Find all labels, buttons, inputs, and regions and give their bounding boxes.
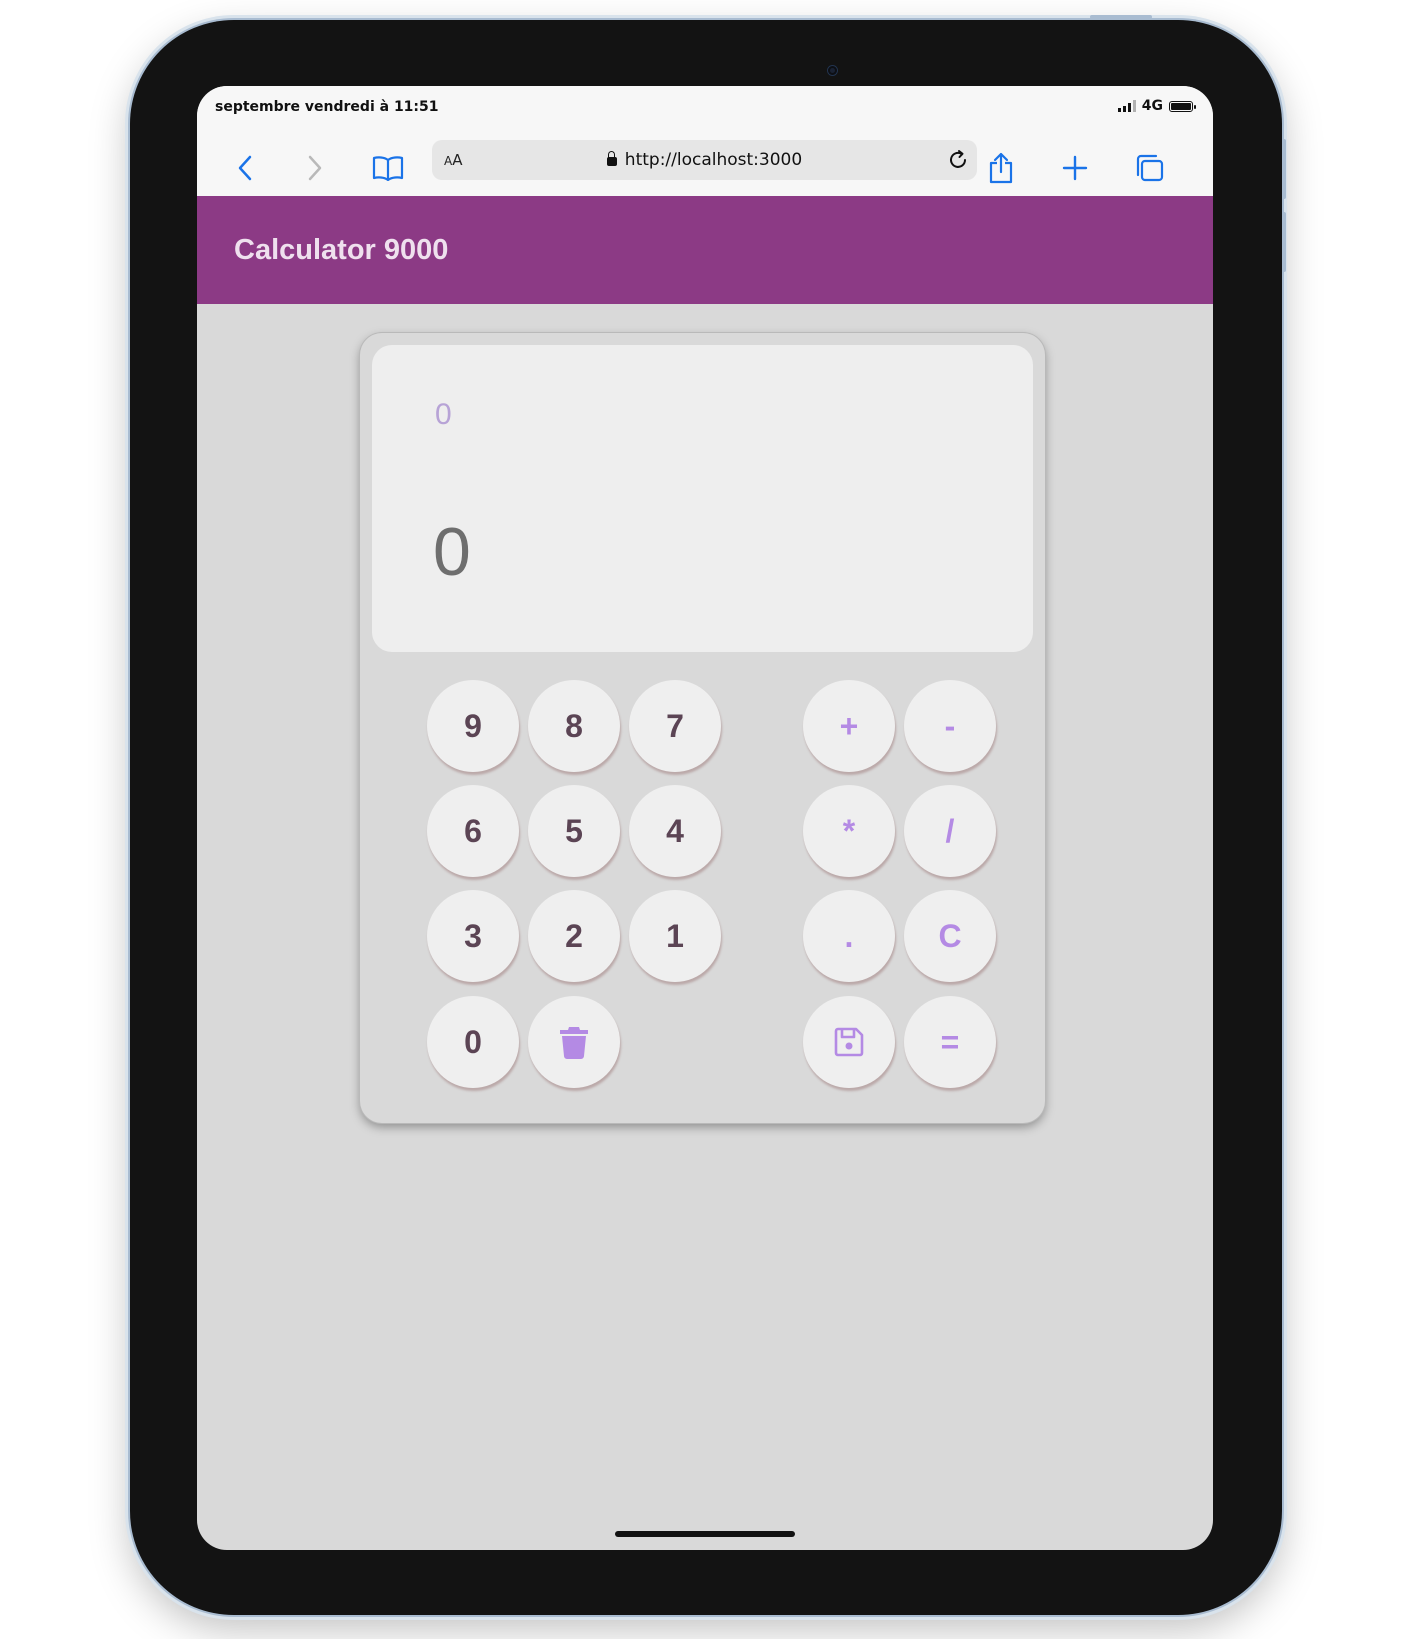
previous-value: 0 <box>435 398 452 431</box>
chevron-left-icon <box>238 155 252 181</box>
network-label: 4G <box>1141 98 1163 114</box>
address-bar[interactable]: AA http://localhost:3000 <box>432 140 977 180</box>
share-icon <box>989 152 1013 184</box>
book-icon <box>372 156 404 181</box>
share-button[interactable] <box>981 148 1021 188</box>
back-button[interactable] <box>225 148 265 188</box>
new-tab-button[interactable] <box>1055 148 1095 188</box>
delete-button[interactable] <box>528 996 620 1088</box>
key-9[interactable]: 9 <box>427 680 519 772</box>
plus-icon <box>1062 155 1088 181</box>
key-0[interactable]: 0 <box>427 996 519 1088</box>
status-right: 4G <box>1117 98 1196 114</box>
key-4[interactable]: 4 <box>629 785 721 877</box>
status-time: septembre vendredi à 11:51 <box>215 99 439 115</box>
key-equals[interactable]: = <box>904 996 996 1088</box>
key-6[interactable]: 6 <box>427 785 519 877</box>
current-value: 0 <box>433 514 471 590</box>
volume-down-button <box>1282 212 1286 272</box>
screen: septembre vendredi à 11:51 4G AA http://… <box>197 86 1213 1550</box>
key-decimal[interactable]: . <box>803 890 895 982</box>
key-plus[interactable]: + <box>803 680 895 772</box>
app-header: Calculator 9000 <box>197 196 1213 304</box>
signal-icon <box>1117 100 1136 112</box>
lock-icon <box>606 151 617 166</box>
volume-up-button <box>1282 139 1286 199</box>
key-divide[interactable]: / <box>904 785 996 877</box>
key-1[interactable]: 1 <box>629 890 721 982</box>
key-5[interactable]: 5 <box>528 785 620 877</box>
top-button <box>1090 15 1152 19</box>
key-3[interactable]: 3 <box>427 890 519 982</box>
key-7[interactable]: 7 <box>629 680 721 772</box>
home-indicator[interactable] <box>615 1531 795 1537</box>
save-button[interactable] <box>803 996 895 1088</box>
app-title: Calculator 9000 <box>234 234 449 266</box>
calculator-display: 0 0 <box>372 345 1033 652</box>
tabs-icon <box>1136 154 1164 182</box>
bookmarks-button[interactable] <box>368 148 408 188</box>
key-clear[interactable]: C <box>904 890 996 982</box>
key-8[interactable]: 8 <box>528 680 620 772</box>
chevron-right-icon <box>308 155 322 181</box>
key-2[interactable]: 2 <box>528 890 620 982</box>
reload-icon[interactable] <box>947 149 969 171</box>
url-text: http://localhost:3000 <box>624 150 803 170</box>
key-minus[interactable]: - <box>904 680 996 772</box>
status-bar: septembre vendredi à 11:51 4G <box>197 86 1213 126</box>
camera <box>828 66 837 75</box>
url-field[interactable]: http://localhost:3000 <box>432 150 977 170</box>
calculator: 0 0 9 8 7 6 5 4 3 2 1 0 + - * / . C = <box>360 333 1045 1123</box>
key-multiply[interactable]: * <box>803 785 895 877</box>
forward-button[interactable] <box>295 148 335 188</box>
battery-icon <box>1169 100 1196 112</box>
floppy-disk-icon <box>834 1027 864 1057</box>
trash-icon <box>560 1027 588 1059</box>
tabs-button[interactable] <box>1129 148 1169 188</box>
